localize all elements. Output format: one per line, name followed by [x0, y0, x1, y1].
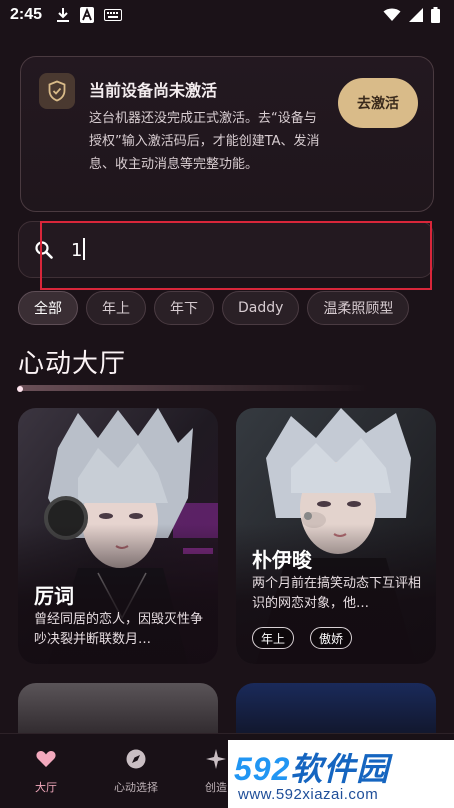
filter-chip-older[interactable]: 年上 [86, 291, 146, 325]
nav-item-hall[interactable]: 大厅 [6, 748, 86, 795]
status-bar: 2:45 [0, 0, 454, 30]
watermark-title: 592软件园 [234, 751, 390, 787]
filter-chip-gentle[interactable]: 温柔照顾型 [307, 291, 410, 325]
card-tag: 年上 [252, 627, 295, 649]
filter-chip-younger[interactable]: 年下 [154, 291, 214, 325]
status-time: 2:45 [10, 6, 43, 23]
filter-chip-daddy[interactable]: Daddy [222, 291, 300, 325]
character-card[interactable]: 厉词 曾经同居的恋人，因毁灭性争吵决裂并断联数月… [18, 408, 218, 664]
battery-icon [431, 7, 440, 23]
keyboard-icon [104, 9, 123, 21]
filter-chip-all[interactable]: 全部 [18, 291, 78, 325]
heart-icon [36, 751, 56, 767]
search-icon [35, 241, 53, 259]
nav-label: 创造 [205, 781, 227, 794]
section-title: 心动大厅 [18, 349, 127, 379]
activation-card: 当前设备尚未激活 这台机器还没完成正式激活。去“设备与授权”输入激活码后，才能创… [20, 56, 434, 212]
card-description: 两个月前在搞笑动态下互评相识的网恋对象，他… [252, 576, 422, 611]
download-icon [56, 7, 70, 23]
card-name: 朴伊晙 [252, 548, 312, 572]
activation-title: 当前设备尚未激活 [89, 81, 218, 100]
filter-chips: 全部 年上 年下 Daddy 温柔照顾型 [18, 291, 410, 325]
activate-button[interactable]: 去激活 [338, 78, 418, 128]
text-cursor [83, 238, 85, 260]
card-tag: 傲娇 [310, 627, 353, 649]
nav-label: 心动选择 [114, 781, 158, 794]
card-description: 曾经同居的恋人，因毁灭性争吵决裂并断联数月… [34, 612, 204, 647]
section-dot [17, 386, 23, 392]
text-a-icon [80, 7, 95, 23]
shield-check-icon [39, 73, 75, 109]
nav-label: 大厅 [35, 781, 57, 794]
search-box[interactable] [18, 221, 434, 278]
card-name: 厉词 [34, 584, 74, 608]
wifi-icon [383, 8, 401, 22]
compass-icon [126, 749, 146, 769]
watermark-url: www.592xiazai.com [238, 786, 379, 803]
watermark-logo: 592软件园 www.592xiazai.com [228, 740, 454, 808]
activation-description: 这台机器还没完成正式激活。去“设备与授权”输入激活码后，才能创建TA、发消息、收… [89, 111, 320, 172]
section-underline [18, 385, 368, 391]
character-card[interactable]: 朴伊晙 两个月前在搞笑动态下互评相识的网恋对象，他… 年上 傲娇 [236, 408, 436, 664]
cellular-icon [409, 8, 423, 22]
search-input[interactable] [71, 234, 411, 266]
sparkle-icon [206, 749, 226, 769]
nav-item-heart-choice[interactable]: 心动选择 [96, 748, 176, 795]
